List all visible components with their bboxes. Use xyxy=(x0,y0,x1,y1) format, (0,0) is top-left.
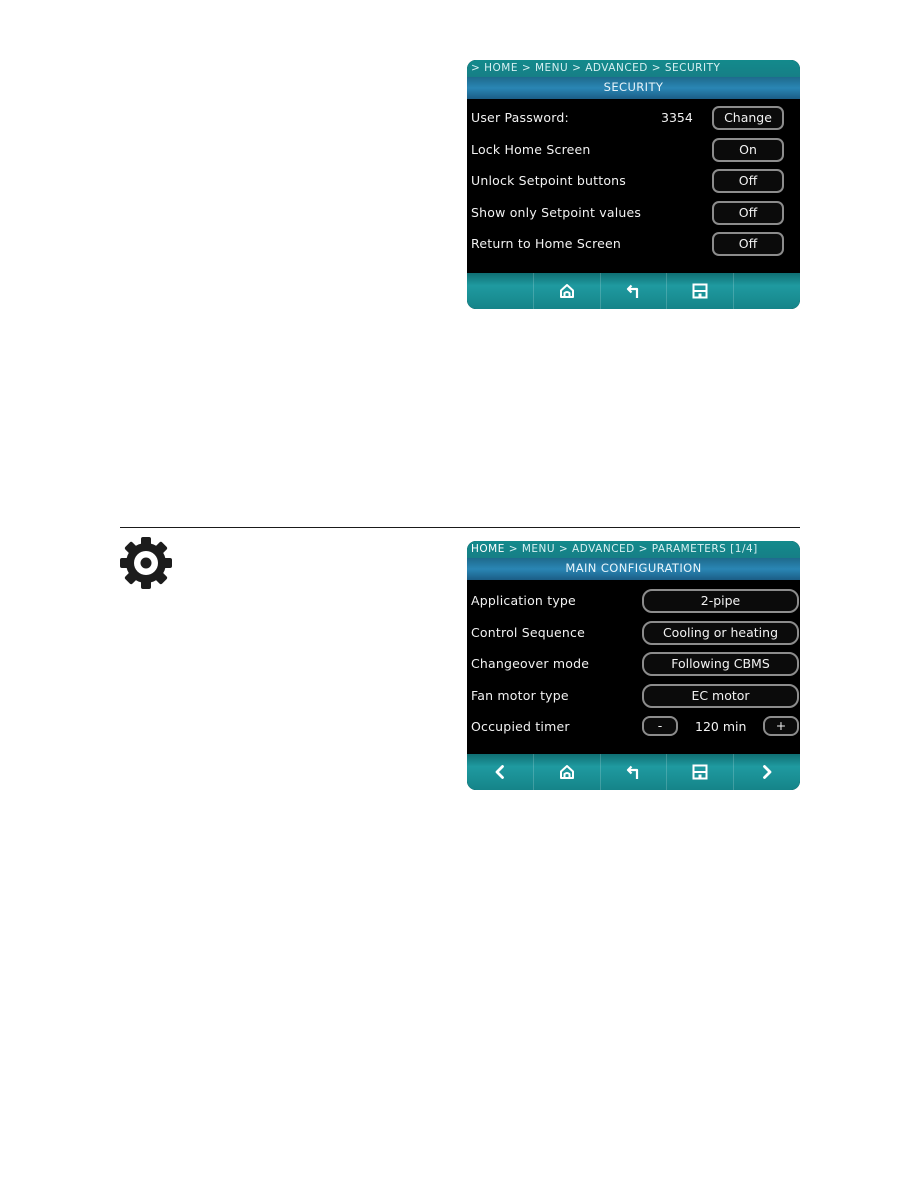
setting-row-occupied-timer: Occupied timer - 120 min + xyxy=(467,711,800,743)
security-screen: > HOME > MENU > ADVANCED > SECURITY SECU… xyxy=(467,60,800,309)
setting-row-control-sequence: Control Sequence Cooling or heating xyxy=(467,617,800,649)
setting-label: Show only Setpoint values xyxy=(471,204,642,220)
setting-row-unlock-setpoint-buttons: Unlock Setpoint buttons Off xyxy=(467,165,800,197)
change-password-button[interactable]: Change xyxy=(712,106,784,130)
next-icon xyxy=(763,765,772,779)
occupied-timer-value: 120 min xyxy=(695,719,747,735)
show-only-setpoint-values-toggle[interactable]: Off xyxy=(712,200,784,225)
setting-row-application-type: Application type 2-pipe xyxy=(467,585,800,617)
setting-row-return-to-home-screen: Return to Home Screen Off xyxy=(467,228,800,260)
breadcrumb-advanced[interactable]: > ADVANCED xyxy=(572,62,648,74)
setting-label: Control Sequence xyxy=(471,624,586,640)
breadcrumb-menu[interactable]: > MENU xyxy=(522,62,568,74)
password-value: 3354 xyxy=(661,110,693,125)
save-button[interactable] xyxy=(666,754,733,790)
decrement-button[interactable]: - xyxy=(642,716,678,737)
breadcrumb-parameters: > PARAMETERS [1/4] xyxy=(638,543,758,555)
setting-label: Fan motor type xyxy=(471,687,569,703)
back-button[interactable] xyxy=(599,273,667,309)
setting-row-show-only-setpoint-values: Show only Setpoint values Off xyxy=(467,197,800,229)
home-button[interactable] xyxy=(532,754,600,790)
breadcrumb: HOME > MENU > ADVANCED > PARAMETERS [1/4… xyxy=(467,541,800,558)
breadcrumb-menu[interactable]: > MENU xyxy=(509,543,555,555)
previous-icon xyxy=(495,765,504,779)
breadcrumb-security: > SECURITY xyxy=(651,62,721,74)
breadcrumb-home[interactable]: > HOME xyxy=(471,62,518,74)
increment-button[interactable]: + xyxy=(763,716,799,737)
changeover-mode-select[interactable]: Following CBMS xyxy=(642,652,799,677)
home-button[interactable] xyxy=(532,273,600,309)
setting-label: Unlock Setpoint buttons xyxy=(471,173,626,189)
setting-label: Return to Home Screen xyxy=(471,236,622,252)
previous-button[interactable] xyxy=(467,754,533,790)
next-button[interactable] xyxy=(733,754,800,790)
unlock-setpoint-buttons-toggle[interactable]: Off xyxy=(712,169,784,194)
gear-icon xyxy=(120,537,172,589)
back-icon xyxy=(627,765,639,779)
save-icon xyxy=(692,764,708,780)
bottom-nav xyxy=(467,754,800,790)
setting-row-fan-motor-type: Fan motor type EC motor xyxy=(467,680,800,712)
breadcrumb: > HOME > MENU > ADVANCED > SECURITY xyxy=(467,60,800,77)
setting-row-lock-home-screen: Lock Home Screen On xyxy=(467,134,800,166)
control-sequence-select[interactable]: Cooling or heating xyxy=(642,620,799,645)
nav-empty-right xyxy=(733,273,800,309)
setting-label: Occupied timer xyxy=(471,719,570,735)
section-divider xyxy=(120,527,800,528)
breadcrumb-home[interactable]: HOME xyxy=(471,543,505,555)
setting-label: Changeover mode xyxy=(471,656,590,672)
breadcrumb-advanced[interactable]: > ADVANCED xyxy=(559,543,635,555)
setting-label: User Password: xyxy=(471,110,569,125)
lock-home-screen-toggle[interactable]: On xyxy=(712,137,784,162)
setting-label: Lock Home Screen xyxy=(471,141,591,157)
screen-title: SECURITY xyxy=(467,77,800,99)
setting-label: Application type xyxy=(471,593,576,608)
setting-row-user-password: User Password: 3354 Change xyxy=(467,102,800,134)
screen-title: MAIN CONFIGURATION xyxy=(467,558,800,580)
nav-empty-left xyxy=(467,273,533,309)
back-button[interactable] xyxy=(599,754,667,790)
application-type-select[interactable]: 2-pipe xyxy=(642,589,799,613)
parameters-screen: HOME > MENU > ADVANCED > PARAMETERS [1/4… xyxy=(467,541,800,790)
save-button[interactable] xyxy=(666,273,733,309)
back-icon xyxy=(627,284,639,298)
return-to-home-screen-toggle[interactable]: Off xyxy=(712,232,784,257)
home-icon xyxy=(559,765,574,779)
setting-row-changeover-mode: Changeover mode Following CBMS xyxy=(467,648,800,680)
fan-motor-type-select[interactable]: EC motor xyxy=(642,683,799,708)
home-icon xyxy=(559,284,574,298)
bottom-nav xyxy=(467,273,800,309)
save-icon xyxy=(692,283,708,299)
